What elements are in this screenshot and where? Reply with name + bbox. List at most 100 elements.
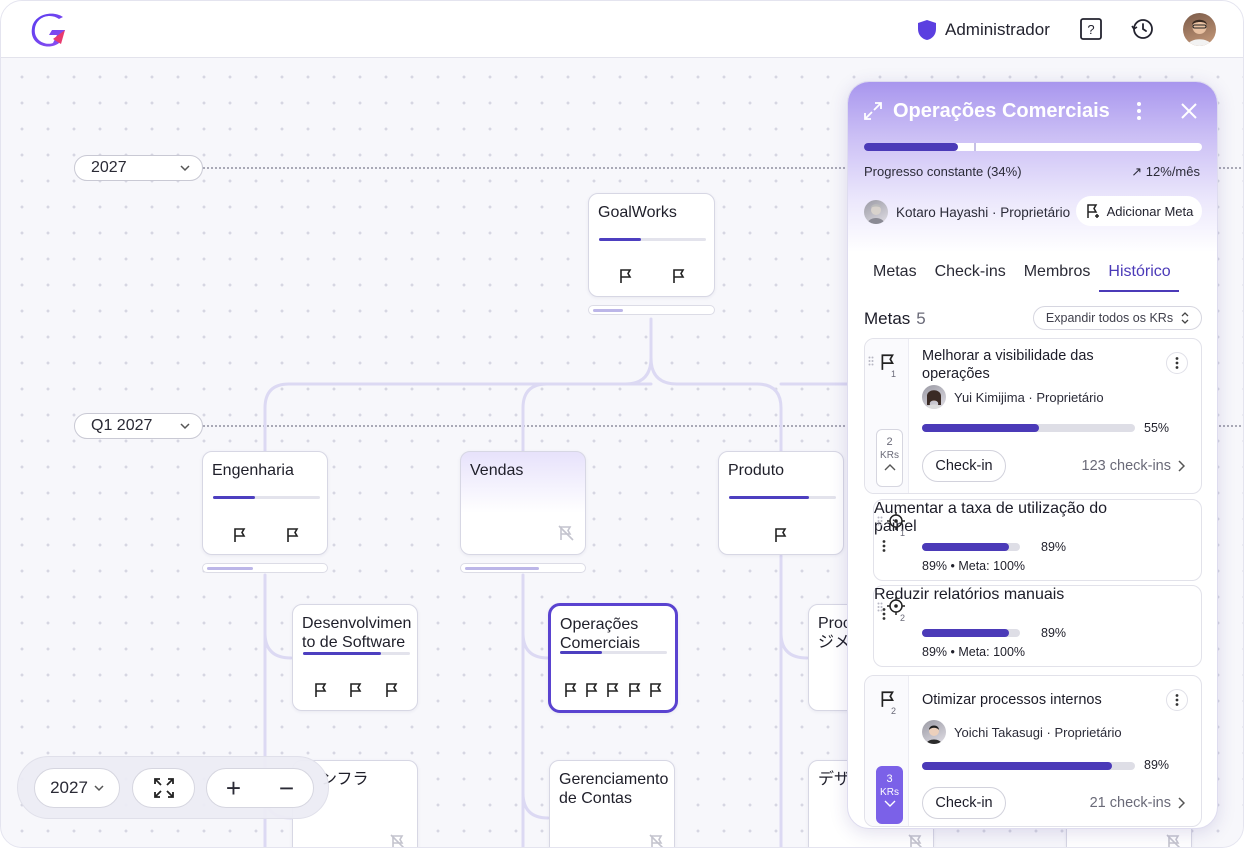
tab-membros[interactable]: Membros: [1015, 260, 1100, 292]
flag-icon: [775, 528, 787, 542]
node-title: Gerenciamento de Contas: [559, 771, 669, 807]
flag-icon: [586, 683, 598, 697]
chevron-right-icon: [1178, 797, 1185, 809]
drag-handle-icon[interactable]: [877, 602, 883, 612]
goal-owner[interactable]: Yoichi Takasugi · Proprietário: [922, 720, 1122, 744]
kr-progress-pct: 89%: [1041, 540, 1067, 554]
node-title: Operações Comerciais: [560, 616, 641, 652]
panel-tabs: Metas Check-ins Membros Histórico: [864, 260, 1180, 292]
add-goal-label: Adicionar Meta: [1106, 203, 1194, 219]
goal-node-vendas[interactable]: Vendas: [460, 451, 586, 555]
node-title: Engenharia: [212, 462, 294, 479]
goal-menu-button[interactable]: [1166, 689, 1188, 711]
checkin-button[interactable]: Check-in: [922, 450, 1006, 482]
flag-off-icon: [908, 834, 923, 847]
goal-card[interactable]: 1 Melhorar a visibilidade das operações …: [864, 338, 1202, 494]
drag-handle-icon[interactable]: [877, 516, 883, 526]
more-vertical-icon[interactable]: [1131, 101, 1147, 121]
metas-count: 5: [916, 309, 926, 328]
goal-node-operacoes-selected[interactable]: Operações Comerciais: [548, 603, 678, 713]
admin-indicator[interactable]: Administrador: [917, 19, 1050, 41]
avatar-icon: [926, 725, 942, 744]
progress-marker: [974, 143, 976, 151]
goal-owner[interactable]: Yui Kimijima · Proprietário: [922, 385, 1104, 409]
toolbar-year-select[interactable]: 2027: [34, 768, 120, 808]
goal-node-engenharia[interactable]: Engenharia: [202, 451, 328, 555]
kr-card[interactable]: 1 Aumentar a taxa de utilização do paine…: [873, 499, 1202, 581]
progress-rate: ↗ 12%/mês: [1131, 164, 1200, 179]
goal-node-root[interactable]: GoalWorks: [588, 193, 715, 297]
tab-checkins[interactable]: Check-ins: [926, 260, 1015, 292]
kr-label: KRs: [880, 787, 899, 798]
goal-owner-name: Yui Kimijima · Proprietário: [954, 389, 1104, 405]
owner-avatar: [922, 720, 946, 744]
kr-toggle[interactable]: 2 KRs: [876, 429, 903, 487]
goal-progress-bar: [922, 424, 1135, 432]
kr-progress-pct: 89%: [1041, 626, 1067, 640]
metas-heading: Metas 5: [864, 309, 926, 329]
panel-title: Operações Comerciais: [893, 100, 1110, 122]
flag-icon: [350, 683, 362, 697]
kr-detail: 89% • Meta: 100%: [922, 559, 1026, 573]
node-subprogress: [202, 563, 328, 573]
user-avatar[interactable]: [1183, 13, 1216, 46]
avatar-icon: [867, 204, 885, 224]
goal-node-desenvolvimento[interactable]: Desenvolvimento de Software: [292, 604, 418, 711]
goal-node-gerenciamento[interactable]: Gerenciamento de Contas: [549, 760, 675, 847]
flag-icon: [673, 269, 685, 283]
goal-owner-name: Yoichi Takasugi · Proprietário: [954, 724, 1122, 740]
node-title: Produto: [728, 462, 785, 479]
kr-number: 2: [900, 613, 906, 623]
goal-progress-bar: [922, 762, 1135, 770]
avatar-icon: [926, 390, 942, 409]
tab-metas[interactable]: Metas: [864, 260, 926, 292]
goal-detail-panel: Operações Comerciais Progresso constante…: [847, 81, 1218, 829]
node-title: Vendas: [470, 462, 524, 479]
goal-number: 1: [891, 369, 897, 379]
checkin-count: 21 check-ins: [1089, 795, 1171, 811]
goal-node-produto[interactable]: Produto: [718, 451, 844, 555]
zoom-in-button[interactable]: +: [226, 773, 241, 804]
drag-handle-icon[interactable]: [868, 356, 874, 366]
tab-historico[interactable]: Histórico: [1099, 260, 1180, 292]
sort-icon: [1181, 312, 1189, 324]
goal-card[interactable]: 2 Otimizar processos internos Yoichi Tak…: [864, 675, 1202, 827]
chevron-down-icon: [884, 800, 895, 807]
node-subprogress: [460, 563, 586, 573]
kr-menu-button[interactable]: [874, 604, 1201, 629]
goal-menu-button[interactable]: [1166, 352, 1188, 374]
flag-off-icon: [649, 834, 664, 847]
flag-icon: [619, 269, 632, 283]
user-avatar-icon: [1187, 19, 1212, 46]
add-goal-button[interactable]: Adicionar Meta: [1076, 196, 1202, 226]
history-icon[interactable]: [1131, 17, 1155, 41]
app-logo-icon[interactable]: [31, 13, 69, 47]
flag-icon: [650, 683, 662, 697]
kr-number: 1: [900, 528, 906, 538]
kr-count: 3: [886, 773, 893, 785]
node-progress: [599, 238, 706, 241]
checkin-count-link[interactable]: 123 check-ins: [1082, 458, 1185, 474]
metas-label: Metas: [864, 309, 911, 328]
close-icon[interactable]: [1180, 102, 1198, 120]
owner-avatar: [864, 200, 888, 224]
kr-label: KRs: [880, 450, 899, 461]
zoom-out-button[interactable]: −: [279, 773, 294, 804]
expand-icon[interactable]: [863, 101, 883, 121]
panel-owner[interactable]: Kotaro Hayashi · Proprietário: [864, 200, 1070, 224]
goal-progress-pct: 55%: [1144, 421, 1170, 435]
fit-screen-button[interactable]: [132, 768, 195, 808]
top-bar: Administrador ?: [1, 1, 1243, 58]
kr-toggle[interactable]: 3 KRs: [876, 766, 903, 824]
kr-title: Aumentar a taxa de utilização do painel: [874, 500, 1108, 535]
kr-detail: 89% • Meta: 100%: [922, 645, 1026, 659]
chevron-right-icon: [1178, 460, 1185, 472]
node-title: Proc ジメ: [818, 615, 851, 651]
checkin-count-link[interactable]: 21 check-ins: [1090, 795, 1185, 811]
flag-icon: [564, 683, 577, 697]
kr-card[interactable]: 2 Reduzir relatórios manuais 89% 89% • M…: [873, 585, 1202, 667]
checkin-button[interactable]: Check-in: [922, 787, 1006, 819]
fit-screen-icon: [153, 778, 174, 798]
expand-krs-select[interactable]: Expandir todos os KRs: [1033, 306, 1202, 330]
help-icon[interactable]: ?: [1079, 17, 1103, 41]
